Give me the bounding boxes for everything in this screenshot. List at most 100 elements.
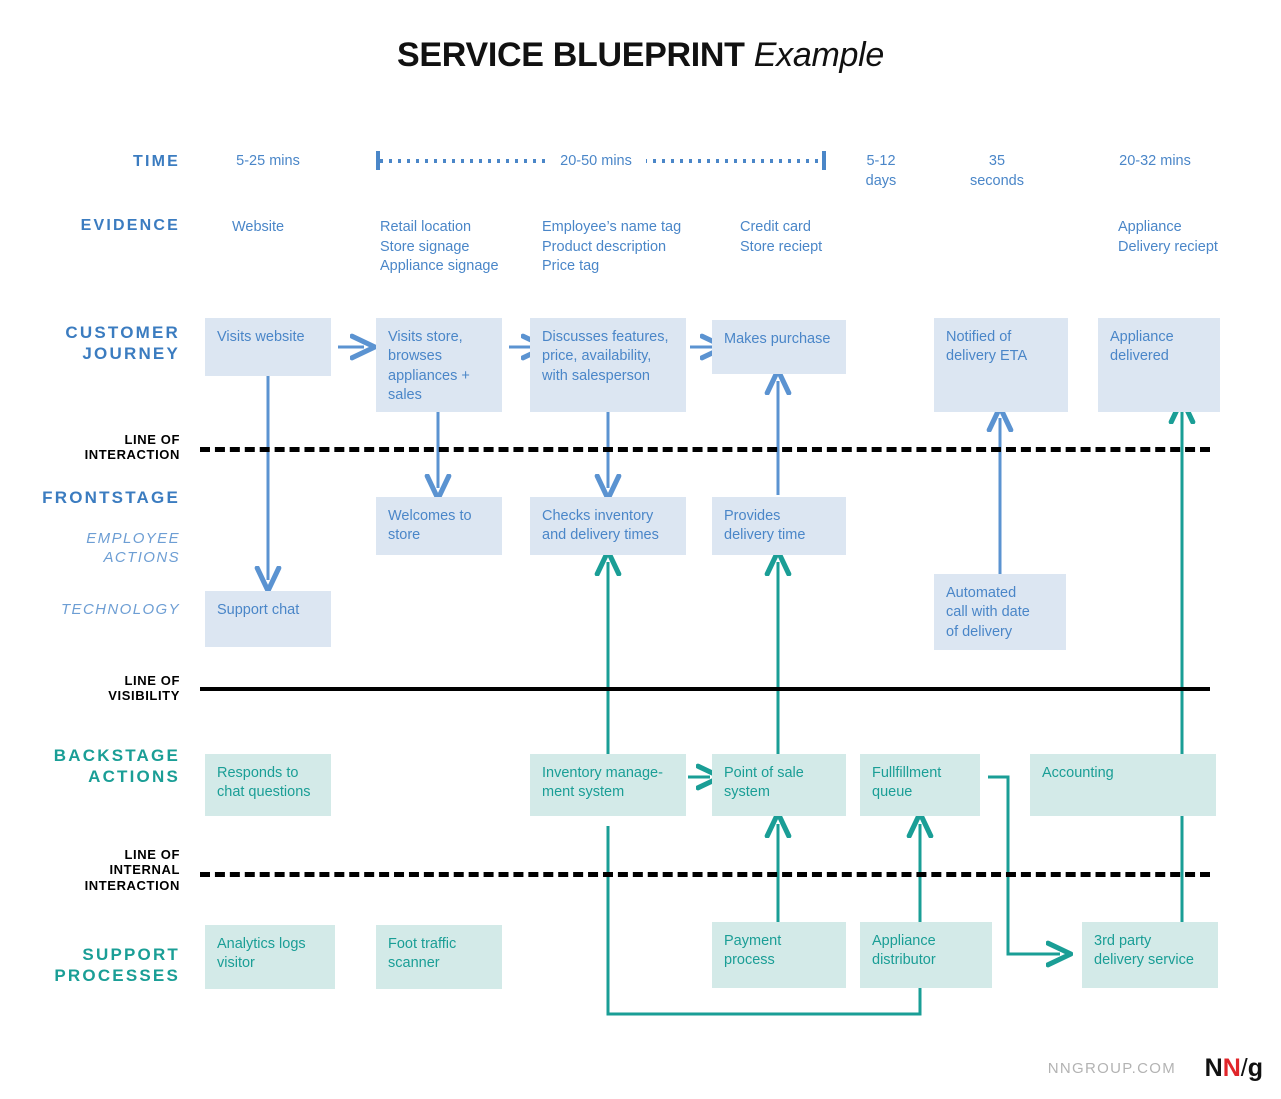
row-label-time: TIME (132, 153, 180, 170)
time-value-2: 20-50 mins (546, 152, 646, 172)
evidence-item: Website (232, 219, 285, 235)
box-line: Visits store, (388, 329, 463, 345)
box-line: Fullfillment (872, 765, 942, 781)
logo-g: g (1247, 1054, 1263, 1082)
box-line: Visits website (217, 329, 305, 345)
box-line: Inventory manage- (542, 765, 663, 781)
row-label-backstage-actions: BACKSTAGE ACTIONS (10, 746, 180, 787)
evidence-group-2: Retail location Store signage Appliance … (380, 218, 540, 277)
box-line: Makes purchase (724, 331, 831, 347)
row-label-customer-journey: CUSTOMER JOURNEY (10, 323, 180, 364)
box-line: queue (872, 784, 913, 801)
technology-box-automated-call[interactable]: Automated call with date of delivery (934, 574, 1066, 650)
support-processes-line2: PROCESSES (54, 965, 180, 985)
backstage-actions-line1: BACKSTAGE (53, 746, 180, 765)
line-of-internal-interaction-line2: INTERNAL (109, 862, 180, 878)
customer-journey-box-visits-store[interactable]: Visits store, browses appliances + sales (376, 318, 502, 412)
nng-logo: NN/g (1205, 1056, 1263, 1081)
backstage-box-accounting[interactable]: Accounting (1030, 754, 1216, 816)
evidence-item: Employee’s name tag (542, 219, 682, 235)
box-line: Support chat (217, 602, 300, 618)
customer-journey-box-makes-purchase[interactable]: Makes purchase (712, 320, 846, 374)
line-of-visibility-divider (200, 687, 1210, 691)
box-line: distributor (872, 952, 936, 969)
logo-n-second: N (1222, 1054, 1241, 1082)
customer-journey-box-visits-website[interactable]: Visits website (205, 318, 331, 376)
support-box-appliance-distributor[interactable]: Appliance distributor (860, 922, 992, 988)
box-line: Welcomes to (388, 508, 472, 524)
box-line: Notified of (946, 329, 1012, 345)
evidence-group-1: Website (232, 218, 372, 238)
row-label-employee-actions: EMPLOYEE ACTIONS (20, 530, 180, 568)
support-box-foot-traffic-scanner[interactable]: Foot traffic scanner (376, 925, 502, 989)
box-line: delivery ETA (946, 348, 1028, 365)
line-of-visibility-line1: LINE OF (124, 673, 180, 688)
time-value-3-line2: days (865, 172, 897, 189)
box-line: process (724, 952, 775, 969)
logo-slash: / (1240, 1054, 1248, 1082)
box-line: sales (388, 386, 422, 403)
backstage-box-fullfillment-queue[interactable]: Fullfillment queue (860, 754, 980, 816)
customer-journey-box-notified-delivery-eta[interactable]: Notified of delivery ETA (934, 318, 1068, 412)
box-line: Checks inventory (542, 508, 654, 524)
evidence-group-3: Employee’s name tag Product description … (542, 218, 732, 277)
technology-box-support-chat[interactable]: Support chat (205, 591, 331, 647)
box-line: browses (388, 348, 442, 365)
line-of-internal-interaction-divider (200, 872, 1210, 877)
logo-n-first: N (1204, 1054, 1223, 1082)
customer-journey-box-discusses-features[interactable]: Discusses features, price, availability,… (530, 318, 686, 412)
row-label-line-of-internal-interaction: LINE OF INTERNAL INTERACTION (20, 847, 180, 893)
row-label-customer-journey-line1: CUSTOMER (65, 323, 180, 342)
time-value-4-line2: seconds (969, 172, 1024, 189)
evidence-group-4: Credit card Store reciept (740, 218, 890, 257)
support-box-payment-process[interactable]: Payment process (712, 922, 846, 988)
support-processes-line1: SUPPORT (82, 945, 180, 964)
box-line: call with date (946, 604, 1030, 621)
backstage-box-inventory-management-system[interactable]: Inventory manage- ment system (530, 754, 686, 816)
backstage-actions-line2: ACTIONS (88, 766, 180, 786)
box-line: delivery time (724, 527, 806, 544)
box-line: system (724, 784, 770, 801)
support-box-3rd-party-delivery-service[interactable]: 3rd party delivery service (1082, 922, 1218, 988)
backstage-box-responds-to-chat[interactable]: Responds to chat questions (205, 754, 331, 816)
evidence-group-5: Appliance Delivery reciept (1118, 218, 1278, 257)
box-line: ment system (542, 784, 625, 801)
evidence-item: Retail location (380, 219, 472, 235)
row-label-customer-journey-line2: JOURNEY (82, 343, 180, 363)
footer-website-url: NNGROUP.COM (1047, 1060, 1176, 1077)
box-line: scanner (388, 955, 440, 972)
line-of-internal-interaction-line1: LINE OF (124, 847, 180, 862)
box-line: 3rd party (1094, 933, 1152, 949)
row-label-evidence: EVIDENCE (80, 217, 180, 234)
backstage-box-point-of-sale-system[interactable]: Point of sale system (712, 754, 846, 816)
box-line: Point of sale (724, 765, 804, 781)
row-label-technology: TECHNOLOGY (60, 601, 180, 618)
box-line: price, availability, (542, 348, 652, 365)
line-of-interaction-line2: INTERACTION (84, 447, 180, 463)
box-line: with salesperson (542, 367, 650, 384)
box-line: Analytics logs (217, 936, 306, 952)
line-of-interaction-divider (200, 447, 1210, 452)
line-of-internal-interaction-line3: INTERACTION (84, 877, 180, 893)
employee-action-box-welcomes-to-store[interactable]: Welcomes to store (376, 497, 502, 555)
teal-upward-connectors (608, 410, 1182, 922)
customer-journey-box-appliance-delivered[interactable]: Appliance delivered (1098, 318, 1220, 412)
time-value-3-line1: 5-12 (866, 153, 896, 169)
line-of-interaction-line1: LINE OF (124, 432, 180, 447)
box-line: Accounting (1042, 765, 1114, 781)
box-line: chat questions (217, 784, 311, 801)
employee-action-box-provides-delivery-time[interactable]: Provides delivery time (712, 497, 846, 555)
employee-action-box-checks-inventory[interactable]: Checks inventory and delivery times (530, 497, 686, 555)
box-line: appliances + (388, 367, 470, 384)
row-label-line-of-visibility: LINE OF VISIBILITY (20, 673, 180, 704)
time-value-4: 35 seconds (952, 152, 1042, 191)
line-of-visibility-line2: VISIBILITY (108, 688, 180, 704)
employee-actions-line1: EMPLOYEE (86, 530, 180, 547)
box-line: Responds to (217, 765, 299, 781)
row-label-support-processes: SUPPORT PROCESSES (10, 945, 180, 986)
support-box-analytics-logs-visitor[interactable]: Analytics logs visitor (205, 925, 335, 989)
service-blueprint-canvas: SERVICE BLUEPRINT Example TIME EVIDENCE … (0, 0, 1281, 1099)
evidence-item: Credit card (740, 219, 811, 235)
evidence-item: Price tag (542, 258, 600, 275)
evidence-item: Store reciept (740, 238, 823, 255)
